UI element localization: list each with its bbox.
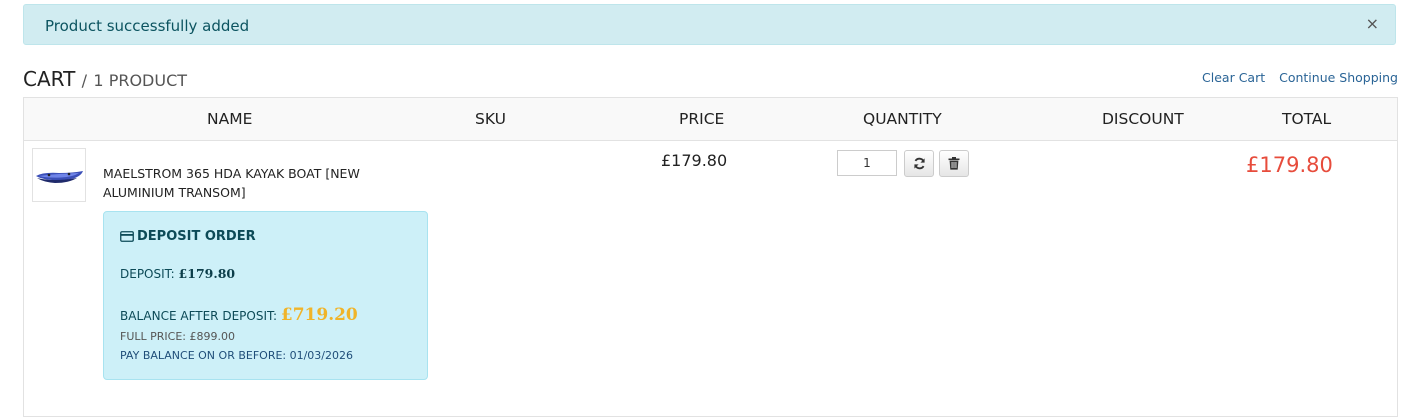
- cart-actions: Clear Cart Continue Shopping: [1192, 70, 1398, 85]
- column-name: NAME: [207, 110, 253, 128]
- column-discount: DISCOUNT: [1102, 110, 1184, 128]
- trash-icon: [948, 157, 960, 170]
- page-title: CART / 1 PRODUCT: [23, 67, 187, 91]
- deposit-order-box: DEPOSIT ORDER DEPOSIT: £179.80 BALANCE A…: [103, 211, 428, 380]
- balance-after-deposit: BALANCE AFTER DEPOSIT: £719.20: [120, 305, 358, 325]
- column-sku: SKU: [475, 110, 506, 128]
- close-icon[interactable]: ×: [1366, 16, 1379, 32]
- deposit-label: DEPOSIT:: [120, 267, 175, 281]
- title-separator: /: [81, 71, 88, 90]
- update-quantity-button[interactable]: [904, 150, 934, 177]
- cart-table: NAME SKU PRICE QUANTITY DISCOUNT TOTAL M…: [23, 97, 1398, 417]
- balance-label: BALANCE AFTER DEPOSIT:: [120, 309, 278, 323]
- success-alert: Product successfully added ×: [23, 4, 1396, 45]
- alert-message: Product successfully added: [45, 17, 250, 35]
- table-header: NAME SKU PRICE QUANTITY DISCOUNT TOTAL: [24, 98, 1397, 141]
- remove-item-button[interactable]: [939, 150, 969, 177]
- column-price: PRICE: [679, 110, 725, 128]
- deposit-amount: DEPOSIT: £179.80: [120, 266, 235, 281]
- column-total: TOTAL: [1282, 110, 1332, 128]
- full-price: FULL PRICE: £899.00: [120, 330, 235, 343]
- kayak-image[interactable]: [32, 148, 86, 202]
- deposit-value: £179.80: [178, 266, 236, 281]
- product-name[interactable]: MAELSTROM 365 HDA KAYAK BOAT [NEW ALUMIN…: [103, 164, 393, 202]
- cart-title-text: CART: [23, 67, 76, 91]
- credit-card-icon: [120, 231, 134, 242]
- deposit-heading-text: DEPOSIT ORDER: [137, 229, 256, 244]
- item-total: £179.80: [1246, 153, 1333, 177]
- column-quantity: QUANTITY: [863, 110, 942, 128]
- pay-balance-date: PAY BALANCE ON OR BEFORE: 01/03/2026: [120, 349, 354, 362]
- quantity-input[interactable]: 1: [837, 150, 897, 176]
- continue-shopping-link[interactable]: Continue Shopping: [1279, 70, 1398, 85]
- deposit-heading: DEPOSIT ORDER: [120, 229, 256, 244]
- item-price: £179.80: [661, 151, 728, 170]
- product-count: 1 PRODUCT: [93, 71, 188, 90]
- balance-value: £719.20: [280, 305, 358, 325]
- refresh-icon: [913, 157, 925, 170]
- clear-cart-link[interactable]: Clear Cart: [1202, 70, 1265, 85]
